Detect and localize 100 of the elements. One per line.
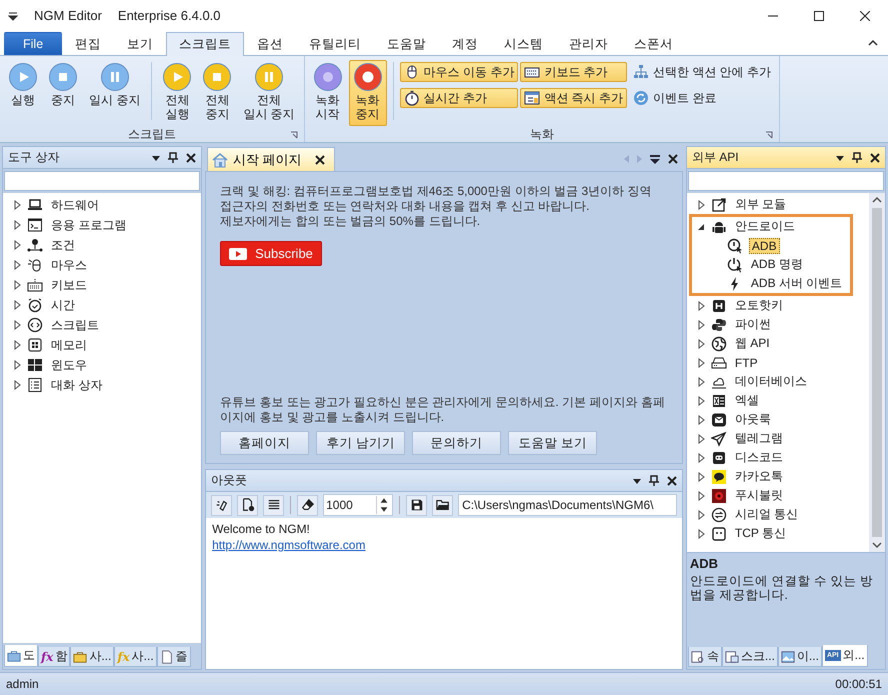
tree-item[interactable]: 키보드 — [49, 276, 89, 294]
ribbon-button[interactable]: 전체 실행 — [158, 60, 196, 126]
close-icon[interactable] — [185, 152, 198, 164]
ribbon-button[interactable]: 일시 중지 — [84, 60, 146, 126]
ribbon-tab[interactable]: 스폰서 — [621, 32, 686, 55]
tree-item[interactable]: 대화 상자 — [49, 376, 104, 394]
link-button[interactable]: 후기 남기기 — [316, 431, 406, 455]
search-field[interactable] — [4, 171, 200, 191]
path-field[interactable]: C:\Users\ngmas\Documents\NGM6\ — [458, 494, 677, 516]
panel-tab[interactable]: 스크... — [722, 647, 778, 667]
ribbon-small-button[interactable]: 액션 즉시 추가 — [520, 88, 628, 108]
ribbon-button[interactable]: 전체 중지 — [198, 60, 236, 126]
ribbon-small-button[interactable]: 실시간 추가 — [400, 88, 518, 108]
close-tab-icon[interactable] — [314, 154, 326, 166]
ribbon-tab[interactable]: 스크립트 — [166, 32, 244, 56]
menu-arrow-icon[interactable] — [8, 10, 18, 22]
ribbon-button[interactable]: 중지 — [44, 60, 82, 126]
pin-icon[interactable] — [851, 152, 863, 164]
tree-item[interactable]: 하드웨어 — [49, 196, 101, 214]
scroll-down-icon[interactable] — [872, 541, 882, 549]
tree-item[interactable]: 오토핫키 — [732, 297, 785, 314]
tree-item[interactable]: ADB — [748, 238, 780, 254]
ribbon-small-button[interactable]: 마우스 이동 추가 — [400, 62, 518, 82]
scrollbar[interactable] — [869, 193, 885, 552]
tree-item[interactable]: 안드로이드 — [732, 218, 797, 235]
tree-item[interactable]: 응용 프로그램 — [49, 216, 128, 234]
close-icon[interactable] — [869, 152, 881, 164]
cursor-clock-icon — [726, 238, 743, 254]
tree-item[interactable]: 아웃룩 — [732, 411, 773, 428]
ribbon-tab[interactable]: 관리자 — [556, 32, 622, 55]
panel-tab[interactable]: fx 함 — [38, 647, 70, 667]
tree-item[interactable]: 데이터베이스 — [732, 373, 809, 390]
collapse-ribbon-icon[interactable] — [868, 37, 878, 47]
clear-button[interactable] — [211, 494, 232, 516]
tree-item[interactable]: 스크립트 — [49, 316, 101, 334]
tree-item[interactable]: FTP — [732, 356, 760, 370]
ribbon-tab[interactable]: 보기 — [114, 32, 166, 55]
tree-item[interactable]: ADB 명령 — [748, 256, 805, 273]
panel-tab[interactable]: 즐 — [156, 647, 191, 667]
tree-item[interactable]: 디스코드 — [732, 449, 785, 466]
open-folder-button[interactable] — [432, 494, 454, 516]
snake-logo-icon — [710, 316, 727, 332]
subscribe-button[interactable]: Subscribe — [220, 241, 322, 266]
ribbon-tab[interactable]: 편집 — [62, 32, 114, 55]
tree-item[interactable]: 메모리 — [49, 336, 89, 354]
tree-item[interactable]: 시간 — [49, 296, 77, 314]
ribbon-button[interactable]: 녹화 시작 — [308, 60, 347, 126]
save-button[interactable] — [406, 494, 428, 516]
dialog-launcher-icon[interactable] — [765, 131, 774, 139]
ribbon-small-button[interactable]: 이벤트 완료 — [629, 88, 776, 108]
ribbon-button[interactable]: 전체 일시 중지 — [238, 60, 300, 126]
panel-tab[interactable]: 속 — [688, 647, 722, 667]
scroll-up-icon[interactable] — [872, 196, 882, 204]
gamepad-square-icon — [710, 450, 727, 466]
tree-item[interactable]: 외부 모듈 — [732, 196, 788, 213]
document-check-button[interactable] — [237, 494, 258, 516]
tree-item[interactable]: TCP 통신 — [732, 525, 788, 542]
tree-item[interactable]: 마우스 — [49, 256, 89, 274]
tree-item[interactable]: 텔레그램 — [732, 430, 785, 447]
link-button[interactable]: 도움말 보기 — [508, 431, 598, 455]
file-menu-tab[interactable]: File — [4, 32, 62, 55]
expand-arrow-icon[interactable] — [696, 200, 705, 210]
eraser-button[interactable] — [297, 494, 318, 516]
panel-tab[interactable]: 이... — [778, 647, 822, 667]
ribbon-small-button[interactable]: 선택한 액션 안에 추가 — [629, 62, 776, 82]
ribbon-tab[interactable]: 시스템 — [491, 32, 556, 55]
pin-icon[interactable] — [648, 474, 660, 486]
link-button[interactable]: 홈페이지 — [220, 431, 310, 455]
tree-item[interactable]: 시리얼 통신 — [732, 506, 800, 523]
search-field[interactable] — [688, 171, 884, 191]
tree-item[interactable]: 카카오톡 — [732, 468, 785, 485]
tree-item[interactable]: 푸시불릿 — [732, 487, 785, 504]
panel-tab[interactable]: fx 사... — [114, 647, 157, 667]
document-tab[interactable]: 시작 페이지 — [207, 147, 335, 171]
pin-icon[interactable] — [167, 152, 180, 164]
ribbon-tab[interactable]: 옵션 — [244, 32, 296, 55]
tree-item[interactable]: 웹 API — [732, 335, 772, 352]
panel-tab[interactable]: 사... — [70, 647, 114, 667]
panel-tab[interactable]: 도 — [4, 645, 38, 667]
ribbon-tab[interactable]: 도움말 — [374, 32, 440, 55]
line-limit-field[interactable]: 1000 — [323, 494, 394, 516]
website-link[interactable]: http://www.ngmsoftware.com — [212, 538, 366, 552]
close-icon[interactable] — [666, 474, 678, 486]
ribbon-tab[interactable]: 계정 — [439, 32, 492, 55]
tree-item[interactable]: 엑셀 — [732, 392, 761, 409]
ribbon-button[interactable]: 실행 — [4, 60, 42, 126]
dialog-launcher-icon[interactable] — [290, 131, 298, 139]
close-icon[interactable] — [666, 153, 679, 165]
tab-list-icon[interactable] — [648, 154, 661, 164]
expand-arrow-icon[interactable] — [696, 222, 705, 232]
tree-item[interactable]: 조건 — [49, 236, 77, 254]
tree-item[interactable]: 파이썬 — [732, 316, 773, 333]
wrap-button[interactable] — [263, 494, 284, 516]
tree-item[interactable]: ADB 서버 이벤트 — [748, 275, 844, 292]
ribbon-small-button[interactable]: 키보드 추가 — [520, 62, 628, 82]
tree-item[interactable]: 윈도우 — [49, 356, 89, 374]
ribbon-button[interactable]: 녹화 중지 — [348, 60, 387, 126]
link-button[interactable]: 문의하기 — [412, 431, 502, 455]
ribbon-tab[interactable]: 유틸리티 — [296, 32, 374, 55]
notice-text: 접근자의 전화번호 또는 연락처와 대화 내용을 캡쳐 후 신고 바랍니다. — [220, 199, 590, 214]
